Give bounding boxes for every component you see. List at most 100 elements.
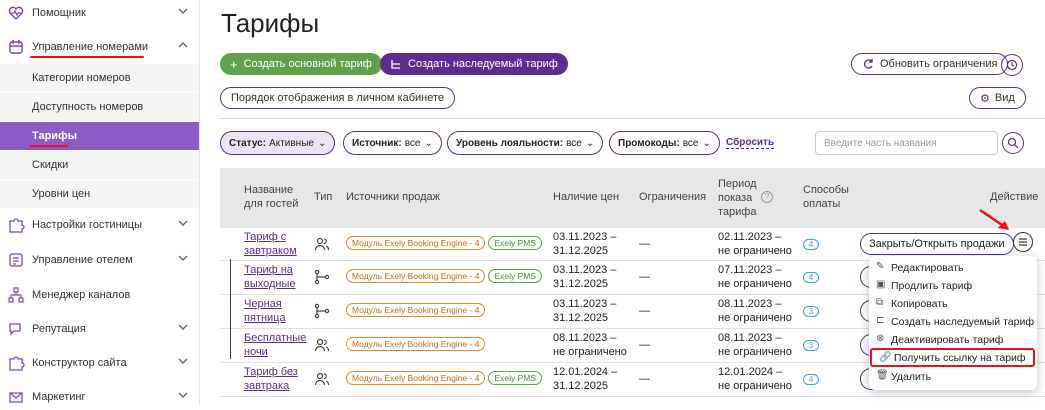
update-restrictions-button[interactable]: Обновить ограничения bbox=[851, 53, 1009, 75]
rate-name-link[interactable]: Бесплатные ночи bbox=[244, 331, 306, 359]
menu-item-edit[interactable]: ✎ Редактировать bbox=[869, 259, 1037, 277]
sidebar-subitem-room-categories[interactable]: Категории номеров bbox=[0, 64, 199, 92]
chevron-down-icon bbox=[178, 255, 188, 261]
status-filter[interactable]: Статус: Активные ⌄ bbox=[220, 131, 336, 155]
toggle-sales-button[interactable]: Закрыть/Открыть продажи bbox=[860, 233, 1014, 255]
menu-item-get-link[interactable]: 🔗 Получить ссылку на тариф bbox=[870, 348, 1035, 367]
source-badge: Модуль Exely Booking Engine - 4 bbox=[346, 269, 486, 283]
menu-item-label: Редактировать bbox=[891, 262, 964, 274]
header-payment: Способы оплаты bbox=[803, 184, 849, 210]
sales-sources: Модуль Exely Booking Engine - 4 Exely PMS bbox=[346, 236, 545, 250]
view-button[interactable]: ⚙ Вид bbox=[969, 87, 1026, 109]
rate-name-link[interactable]: Тариф с завтраком bbox=[244, 230, 297, 258]
branch-icon: ⊏ bbox=[876, 315, 885, 326]
restrictions-value: — bbox=[639, 271, 650, 283]
chevron-down-icon bbox=[178, 358, 188, 364]
sales-sources: Модуль Exely Booking Engine - 4 bbox=[346, 303, 488, 317]
source-badge: Exely PMS bbox=[488, 236, 543, 250]
payment-count-badge: 4 bbox=[803, 239, 819, 250]
history-button[interactable] bbox=[1001, 54, 1023, 76]
sidebar-item-label: Менеджер каналов bbox=[32, 289, 131, 301]
header-prices: Наличие цен bbox=[553, 191, 620, 203]
sales-sources: Модуль Exely Booking Engine - 4 bbox=[346, 337, 488, 351]
heart-pulse-icon bbox=[8, 6, 24, 20]
button-label: Вид bbox=[994, 92, 1015, 104]
payment-methods[interactable]: 4 bbox=[803, 237, 819, 251]
divider bbox=[219, 118, 1045, 119]
sidebar-item-hotel-management[interactable]: Управление отелем bbox=[0, 247, 200, 273]
menu-item-delete[interactable]: 🗑 Удалить bbox=[869, 368, 1037, 386]
create-inherited-rate-button[interactable]: Создать наследуемый тариф bbox=[380, 53, 568, 75]
menu-item-label: Копировать bbox=[891, 298, 948, 310]
sidebar-item-marketing[interactable]: Маркетинг bbox=[0, 384, 200, 410]
filter-label: Статус: bbox=[229, 137, 267, 149]
source-badge: Exely PMS bbox=[488, 269, 543, 283]
plus-icon: + bbox=[230, 56, 238, 72]
header-type: Тип bbox=[314, 191, 333, 203]
calendar-icon bbox=[9, 40, 23, 54]
sidebar-item-assistant[interactable]: Помощник bbox=[0, 0, 200, 26]
display-period: 08.11.2023 – не ограничено bbox=[718, 332, 792, 358]
puzzle-icon bbox=[9, 356, 25, 371]
menu-item-deactivate[interactable]: ⊗ Деактивировать тариф bbox=[869, 331, 1037, 349]
menu-item-extend[interactable]: ▣ Продлить тариф bbox=[869, 277, 1037, 295]
sales-sources: Модуль Exely Booking Engine - 4 Exely PMS bbox=[346, 371, 545, 385]
cancel-circle-icon: ⊗ bbox=[876, 333, 885, 344]
copy-icon: ⧉ bbox=[876, 297, 884, 308]
create-base-rate-button[interactable]: + Создать основной тариф bbox=[220, 53, 382, 75]
payment-methods[interactable]: 4 bbox=[803, 270, 819, 284]
chevron-down-icon: ⌄ bbox=[585, 137, 595, 149]
reset-filters-link[interactable]: Сбросить bbox=[726, 137, 775, 149]
rate-name-link[interactable]: Тариф на выходные bbox=[244, 263, 296, 291]
sidebar-subitem-price-levels[interactable]: Уровни цен bbox=[0, 180, 199, 208]
price-availability: 03.11.2023 –31.12.2025 bbox=[553, 231, 617, 257]
source-filter[interactable]: Источник: все ⌄ bbox=[343, 131, 442, 155]
clock-icon bbox=[1006, 59, 1018, 71]
chevron-down-icon: ⌄ bbox=[317, 137, 327, 149]
loyalty-filter[interactable]: Уровень лояльности: все ⌄ bbox=[447, 131, 604, 155]
payment-methods[interactable]: 3 bbox=[803, 304, 819, 318]
sidebar-item-reputation[interactable]: Репутация bbox=[0, 316, 200, 342]
header-action: Действие bbox=[990, 191, 1039, 203]
row-actions-menu-button[interactable] bbox=[1013, 232, 1033, 252]
rate-name-link[interactable]: Черная пятница bbox=[244, 297, 286, 325]
menu-item-label: Удалить bbox=[891, 371, 932, 383]
header-name: Название для гостей bbox=[244, 184, 299, 210]
restrictions-value: — bbox=[639, 238, 650, 250]
sidebar-item-label: Управление номерами bbox=[32, 41, 149, 53]
filter-label: Источник: bbox=[352, 137, 402, 149]
header-sources: Источники продаж bbox=[346, 191, 441, 203]
display-period: 12.01.2024 – не ограничено bbox=[718, 366, 792, 392]
sidebar-subitem-discounts[interactable]: Скидки bbox=[0, 151, 199, 179]
search-input[interactable]: Введите часть названия bbox=[815, 131, 998, 155]
help-icon[interactable]: ? bbox=[761, 191, 773, 203]
payment-methods[interactable]: 3 bbox=[803, 338, 819, 352]
menu-item-copy[interactable]: ⧉ Копировать bbox=[869, 295, 1037, 313]
main-content: Тарифы + Создать основной тариф Создать … bbox=[201, 0, 1045, 405]
payment-methods[interactable]: 4 bbox=[803, 372, 819, 386]
promo-filter[interactable]: Промокоды: все ⌄ bbox=[609, 131, 720, 155]
display-period: 02.11.2023 – не ограничено bbox=[718, 231, 792, 257]
menu-item-create-inherited[interactable]: ⊏ Создать наследуемый тариф bbox=[869, 313, 1037, 331]
users-icon bbox=[314, 337, 330, 357]
restrictions-value: — bbox=[639, 339, 650, 351]
menu-item-label: Деактивировать тариф bbox=[891, 334, 1004, 346]
chevron-down-icon: ⌄ bbox=[424, 137, 433, 149]
envelope-icon bbox=[9, 392, 23, 403]
puzzle-icon bbox=[9, 218, 25, 233]
branch-icon bbox=[314, 303, 330, 323]
rate-name-link[interactable]: Тариф без завтрака bbox=[244, 365, 298, 393]
filter-label: Уровень лояльности: bbox=[456, 137, 564, 149]
price-availability: 03.11.2023 –31.12.2025 bbox=[553, 298, 617, 324]
sidebar-item-label: Настройки гостиницы bbox=[32, 219, 142, 231]
sidebar-item-hotel-settings[interactable]: Настройки гостиницы bbox=[0, 212, 200, 238]
sidebar-item-channel-manager[interactable]: Менеджер каналов bbox=[0, 282, 200, 308]
search-button[interactable] bbox=[1002, 132, 1024, 154]
display-order-button[interactable]: Порядок отображения в личном кабинете bbox=[220, 87, 456, 109]
sidebar-subitem-availability[interactable]: Доступность номеров bbox=[0, 93, 199, 121]
button-label: Создать основной тариф bbox=[243, 58, 372, 70]
pencil-icon: ✎ bbox=[876, 261, 885, 272]
chevron-down-icon bbox=[178, 392, 188, 398]
sidebar-item-site-builder[interactable]: Конструктор сайта bbox=[0, 350, 200, 376]
row-actions-menu: ✎ Редактировать ▣ Продлить тариф ⧉ Копирова… bbox=[869, 256, 1037, 390]
